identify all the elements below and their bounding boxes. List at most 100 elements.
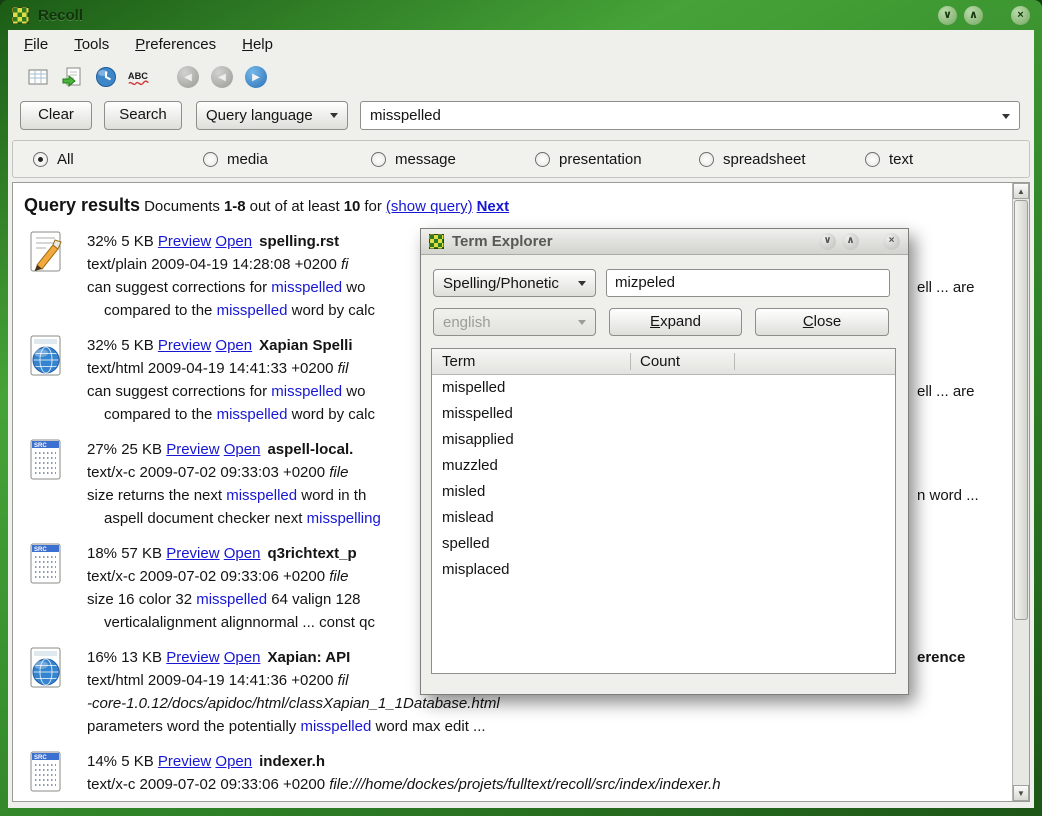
column-divider: [734, 353, 735, 370]
clear-button[interactable]: Clear: [20, 101, 92, 130]
documents-label: Documents: [144, 198, 220, 215]
open-link[interactable]: Open: [215, 233, 252, 250]
radio-icon[interactable]: [535, 152, 550, 167]
result-title: q3richtext_p: [267, 545, 356, 562]
filter-presentation[interactable]: presentation: [535, 141, 642, 177]
result-text: word by calc: [287, 406, 375, 423]
preview-link[interactable]: Preview: [158, 337, 211, 354]
result-title: spelling.rst: [259, 233, 339, 250]
open-link[interactable]: Open: [215, 337, 252, 354]
highlighted-term: misspelled: [217, 302, 288, 319]
scroll-up-icon[interactable]: ▲: [1013, 183, 1029, 199]
result-text: 64 valign 128: [267, 591, 360, 608]
open-link[interactable]: Open: [215, 753, 252, 770]
search-query-input[interactable]: misspelled: [360, 101, 1020, 130]
filter-all[interactable]: All: [33, 141, 74, 177]
filter-message[interactable]: message: [371, 141, 456, 177]
highlighted-term: misspelled: [300, 718, 371, 735]
term-table: Term Count mispelledmisspelledmisapplied…: [431, 348, 896, 674]
window-maximize-button[interactable]: ∧: [964, 6, 983, 25]
window-shade-button[interactable]: ∨: [938, 6, 957, 25]
dialog-close-button[interactable]: ×: [883, 233, 900, 250]
preview-link[interactable]: Preview: [166, 649, 219, 666]
html-document-icon: [24, 646, 68, 690]
svg-text:SRC: SRC: [34, 443, 47, 449]
term-row[interactable]: mispelled: [432, 375, 895, 401]
filter-label: text: [889, 151, 913, 168]
menu-tools[interactable]: Tools: [64, 32, 119, 57]
result-text-continued: erence: [917, 646, 965, 669]
previous-page-button[interactable]: ◀: [209, 65, 235, 89]
window-titlebar[interactable]: Recoll ∨ ∧ ×: [0, 0, 1042, 30]
column-term[interactable]: Term: [432, 353, 630, 370]
radio-icon[interactable]: [203, 152, 218, 167]
menu-help[interactable]: Help: [232, 32, 283, 57]
next-page-link[interactable]: Next: [477, 198, 510, 215]
highlighted-term: misspelling: [307, 510, 381, 527]
documents-total: 10: [344, 198, 361, 215]
result-text: 16% 13 KB: [87, 649, 166, 666]
open-link[interactable]: Open: [224, 441, 261, 458]
toolbar: ABC ◀ ◀ ▶: [8, 58, 1034, 96]
term-explorer-titlebar[interactable]: Term Explorer ∨ ∧ ×: [421, 229, 908, 255]
search-button[interactable]: Search: [104, 101, 182, 130]
term-row[interactable]: muzzled: [432, 453, 895, 479]
open-link[interactable]: Open: [224, 545, 261, 562]
query-language-dropdown[interactable]: Query language: [196, 101, 348, 130]
result-text: text/html 2009-04-19 14:41:36 +0200: [87, 672, 338, 689]
dialog-shade-button[interactable]: ∨: [819, 233, 836, 250]
preview-link[interactable]: Preview: [158, 753, 211, 770]
first-page-button[interactable]: ◀: [175, 65, 201, 89]
preview-link[interactable]: Preview: [166, 545, 219, 562]
query-history-icon: [95, 66, 117, 88]
scroll-down-icon[interactable]: ▼: [1013, 785, 1029, 801]
filter-label: All: [57, 151, 74, 168]
term-table-header[interactable]: Term Count: [432, 349, 895, 375]
radio-icon[interactable]: [699, 152, 714, 167]
term-row[interactable]: misapplied: [432, 427, 895, 453]
result-text: 27% 25 KB: [87, 441, 166, 458]
highlighted-term: misspelled: [196, 591, 267, 608]
scrollbar-thumb[interactable]: [1014, 200, 1028, 620]
recoll-window: Recoll ∨ ∧ × FileToolsPreferencesHelp AB…: [0, 0, 1042, 816]
filter-text[interactable]: text: [865, 141, 913, 177]
filter-spreadsheet[interactable]: spreadsheet: [699, 141, 806, 177]
preview-link[interactable]: Preview: [166, 441, 219, 458]
combo-arrow-icon[interactable]: [1002, 114, 1010, 119]
show-query-link[interactable]: (show query): [386, 198, 473, 215]
save-query-button[interactable]: [59, 65, 85, 89]
column-count[interactable]: Count: [630, 353, 680, 370]
for-label: for: [364, 198, 382, 215]
term-row[interactable]: misplaced: [432, 557, 895, 583]
results-scrollbar[interactable]: ▲ ▼: [1012, 183, 1029, 801]
radio-icon[interactable]: [865, 152, 880, 167]
term-row[interactable]: misspelled: [432, 401, 895, 427]
query-history-button[interactable]: [93, 65, 119, 89]
expand-button[interactable]: Expand: [609, 308, 742, 336]
result-item: SRC14% 5 KB Preview Openindexer.htext/x-…: [22, 750, 1011, 796]
clear-search-button[interactable]: [25, 65, 51, 89]
dialog-maximize-button[interactable]: ∧: [842, 233, 859, 250]
next-page-button[interactable]: ▶: [243, 65, 269, 89]
term-row[interactable]: misled: [432, 479, 895, 505]
expansion-mode-dropdown[interactable]: Spelling/Phonetic: [433, 269, 596, 297]
result-text: 32% 5 KB: [87, 233, 158, 250]
result-text-continued: ell ... are: [917, 276, 975, 299]
close-button[interactable]: Close: [755, 308, 889, 336]
preview-link[interactable]: Preview: [158, 233, 211, 250]
open-link[interactable]: Open: [224, 649, 261, 666]
menu-file[interactable]: File: [14, 32, 58, 57]
spellcheck-button[interactable]: ABC: [127, 65, 153, 89]
radio-icon[interactable]: [371, 152, 386, 167]
radio-icon[interactable]: [33, 152, 48, 167]
source-code-icon: SRC: [24, 542, 68, 586]
menu-preferences[interactable]: Preferences: [125, 32, 226, 57]
term-row[interactable]: spelled: [432, 531, 895, 557]
term-row[interactable]: mislead: [432, 505, 895, 531]
query-language-label: Query language: [206, 107, 313, 124]
result-line: 14% 5 KB Preview Openindexer.h: [87, 750, 1011, 773]
term-input[interactable]: mizpeled: [606, 269, 890, 297]
chevron-down-icon: ∨: [823, 235, 831, 246]
filter-media[interactable]: media: [203, 141, 268, 177]
window-close-button[interactable]: ×: [1011, 6, 1030, 25]
